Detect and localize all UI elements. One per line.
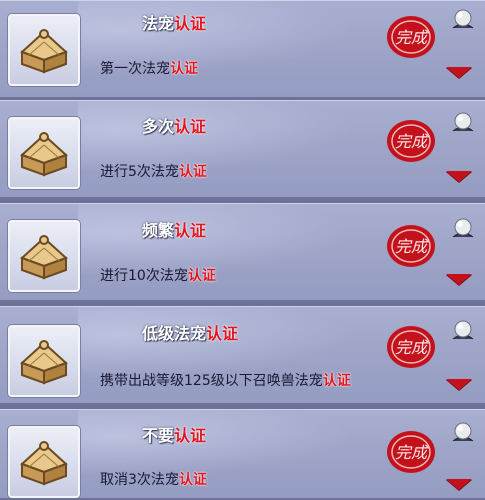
pearl-orb-icon[interactable] bbox=[450, 215, 476, 241]
treasure-chest-icon bbox=[20, 340, 68, 385]
reward-slot[interactable] bbox=[8, 325, 80, 397]
treasure-chest-icon bbox=[20, 29, 68, 74]
expand-arrow-icon[interactable] bbox=[446, 379, 472, 390]
quest-description: 进行10次法宠认证 bbox=[100, 265, 216, 285]
reward-slot[interactable] bbox=[8, 220, 80, 292]
quest-card: 低级法宠认证 携带出战等级125级以下召唤兽法宠认证 完成 bbox=[0, 306, 485, 405]
quest-description: 进行5次法宠认证 bbox=[100, 161, 207, 181]
quest-description: 第一次法宠认证 bbox=[100, 58, 198, 78]
treasure-chest-icon bbox=[20, 235, 68, 280]
completed-seal-icon: 完成 bbox=[387, 225, 435, 267]
seal-text: 完成 bbox=[395, 338, 429, 357]
quest-title-main: 低级法宠 bbox=[142, 324, 207, 343]
quest-card: 频繁认证 进行10次法宠认证 完成 bbox=[0, 203, 485, 302]
pearl-orb-icon[interactable] bbox=[450, 109, 476, 135]
quest-card: 法宠认证 第一次法宠认证 完成 bbox=[0, 0, 485, 99]
quest-card: 多次认证 进行5次法宠认证 完成 bbox=[0, 100, 485, 199]
quest-desc-accent: 认证 bbox=[322, 373, 351, 389]
quest-title-main: 法宠 bbox=[142, 14, 175, 33]
expand-arrow-icon[interactable] bbox=[446, 274, 472, 285]
treasure-chest-icon bbox=[20, 132, 68, 177]
seal-text: 完成 bbox=[395, 443, 429, 462]
quest-desc-main: 第一次法宠 bbox=[100, 61, 170, 77]
quest-title-accent: 认证 bbox=[174, 14, 207, 33]
pearl-orb-icon[interactable] bbox=[450, 317, 476, 343]
quest-title: 频繁认证 bbox=[142, 217, 206, 241]
quest-desc-accent: 认证 bbox=[170, 61, 198, 77]
quest-title-accent: 认证 bbox=[206, 324, 239, 343]
quest-card: 不要认证 取消3次法宠认证 完成 bbox=[0, 409, 485, 500]
quest-desc-main: 进行5次法宠 bbox=[100, 164, 179, 180]
quest-list: 法宠认证 第一次法宠认证 完成 多次认证 进行5次法宠认证 完成 频繁认证 进行… bbox=[0, 0, 485, 500]
quest-title: 法宠认证 bbox=[142, 10, 206, 34]
quest-desc-main: 进行10次法宠 bbox=[100, 268, 188, 284]
quest-title-main: 不要 bbox=[142, 426, 175, 445]
treasure-chest-icon bbox=[20, 441, 68, 486]
quest-title-main: 频繁 bbox=[142, 221, 175, 240]
quest-desc-accent: 认证 bbox=[187, 268, 216, 284]
expand-arrow-icon[interactable] bbox=[446, 171, 472, 182]
seal-text: 完成 bbox=[395, 28, 429, 47]
quest-title-main: 多次 bbox=[142, 117, 175, 136]
quest-title-accent: 认证 bbox=[174, 426, 207, 445]
quest-description: 携带出战等级125级以下召唤兽法宠认证 bbox=[100, 370, 351, 390]
completed-seal-icon: 完成 bbox=[387, 16, 435, 58]
quest-desc-main: 取消3次法宠 bbox=[100, 472, 179, 488]
quest-desc-accent: 认证 bbox=[178, 472, 207, 488]
quest-desc-main: 携带出战等级125级以下召唤兽法宠 bbox=[100, 373, 323, 389]
seal-text: 完成 bbox=[395, 132, 429, 151]
quest-desc-accent: 认证 bbox=[178, 164, 207, 180]
expand-arrow-icon[interactable] bbox=[446, 479, 472, 490]
quest-title: 低级法宠认证 bbox=[142, 320, 238, 344]
quest-description: 取消3次法宠认证 bbox=[100, 469, 207, 489]
quest-title-accent: 认证 bbox=[174, 221, 207, 240]
completed-seal-icon: 完成 bbox=[387, 326, 435, 368]
reward-slot[interactable] bbox=[8, 426, 80, 498]
pearl-orb-icon[interactable] bbox=[450, 6, 476, 32]
reward-slot[interactable] bbox=[8, 117, 80, 189]
reward-slot[interactable] bbox=[8, 14, 80, 86]
completed-seal-icon: 完成 bbox=[387, 120, 435, 162]
completed-seal-icon: 完成 bbox=[387, 431, 435, 473]
pearl-orb-icon[interactable] bbox=[450, 419, 476, 445]
quest-title: 不要认证 bbox=[142, 422, 206, 446]
seal-text: 完成 bbox=[395, 237, 429, 256]
expand-arrow-icon[interactable] bbox=[446, 67, 472, 78]
quest-title-accent: 认证 bbox=[174, 117, 207, 136]
quest-title: 多次认证 bbox=[142, 113, 206, 137]
